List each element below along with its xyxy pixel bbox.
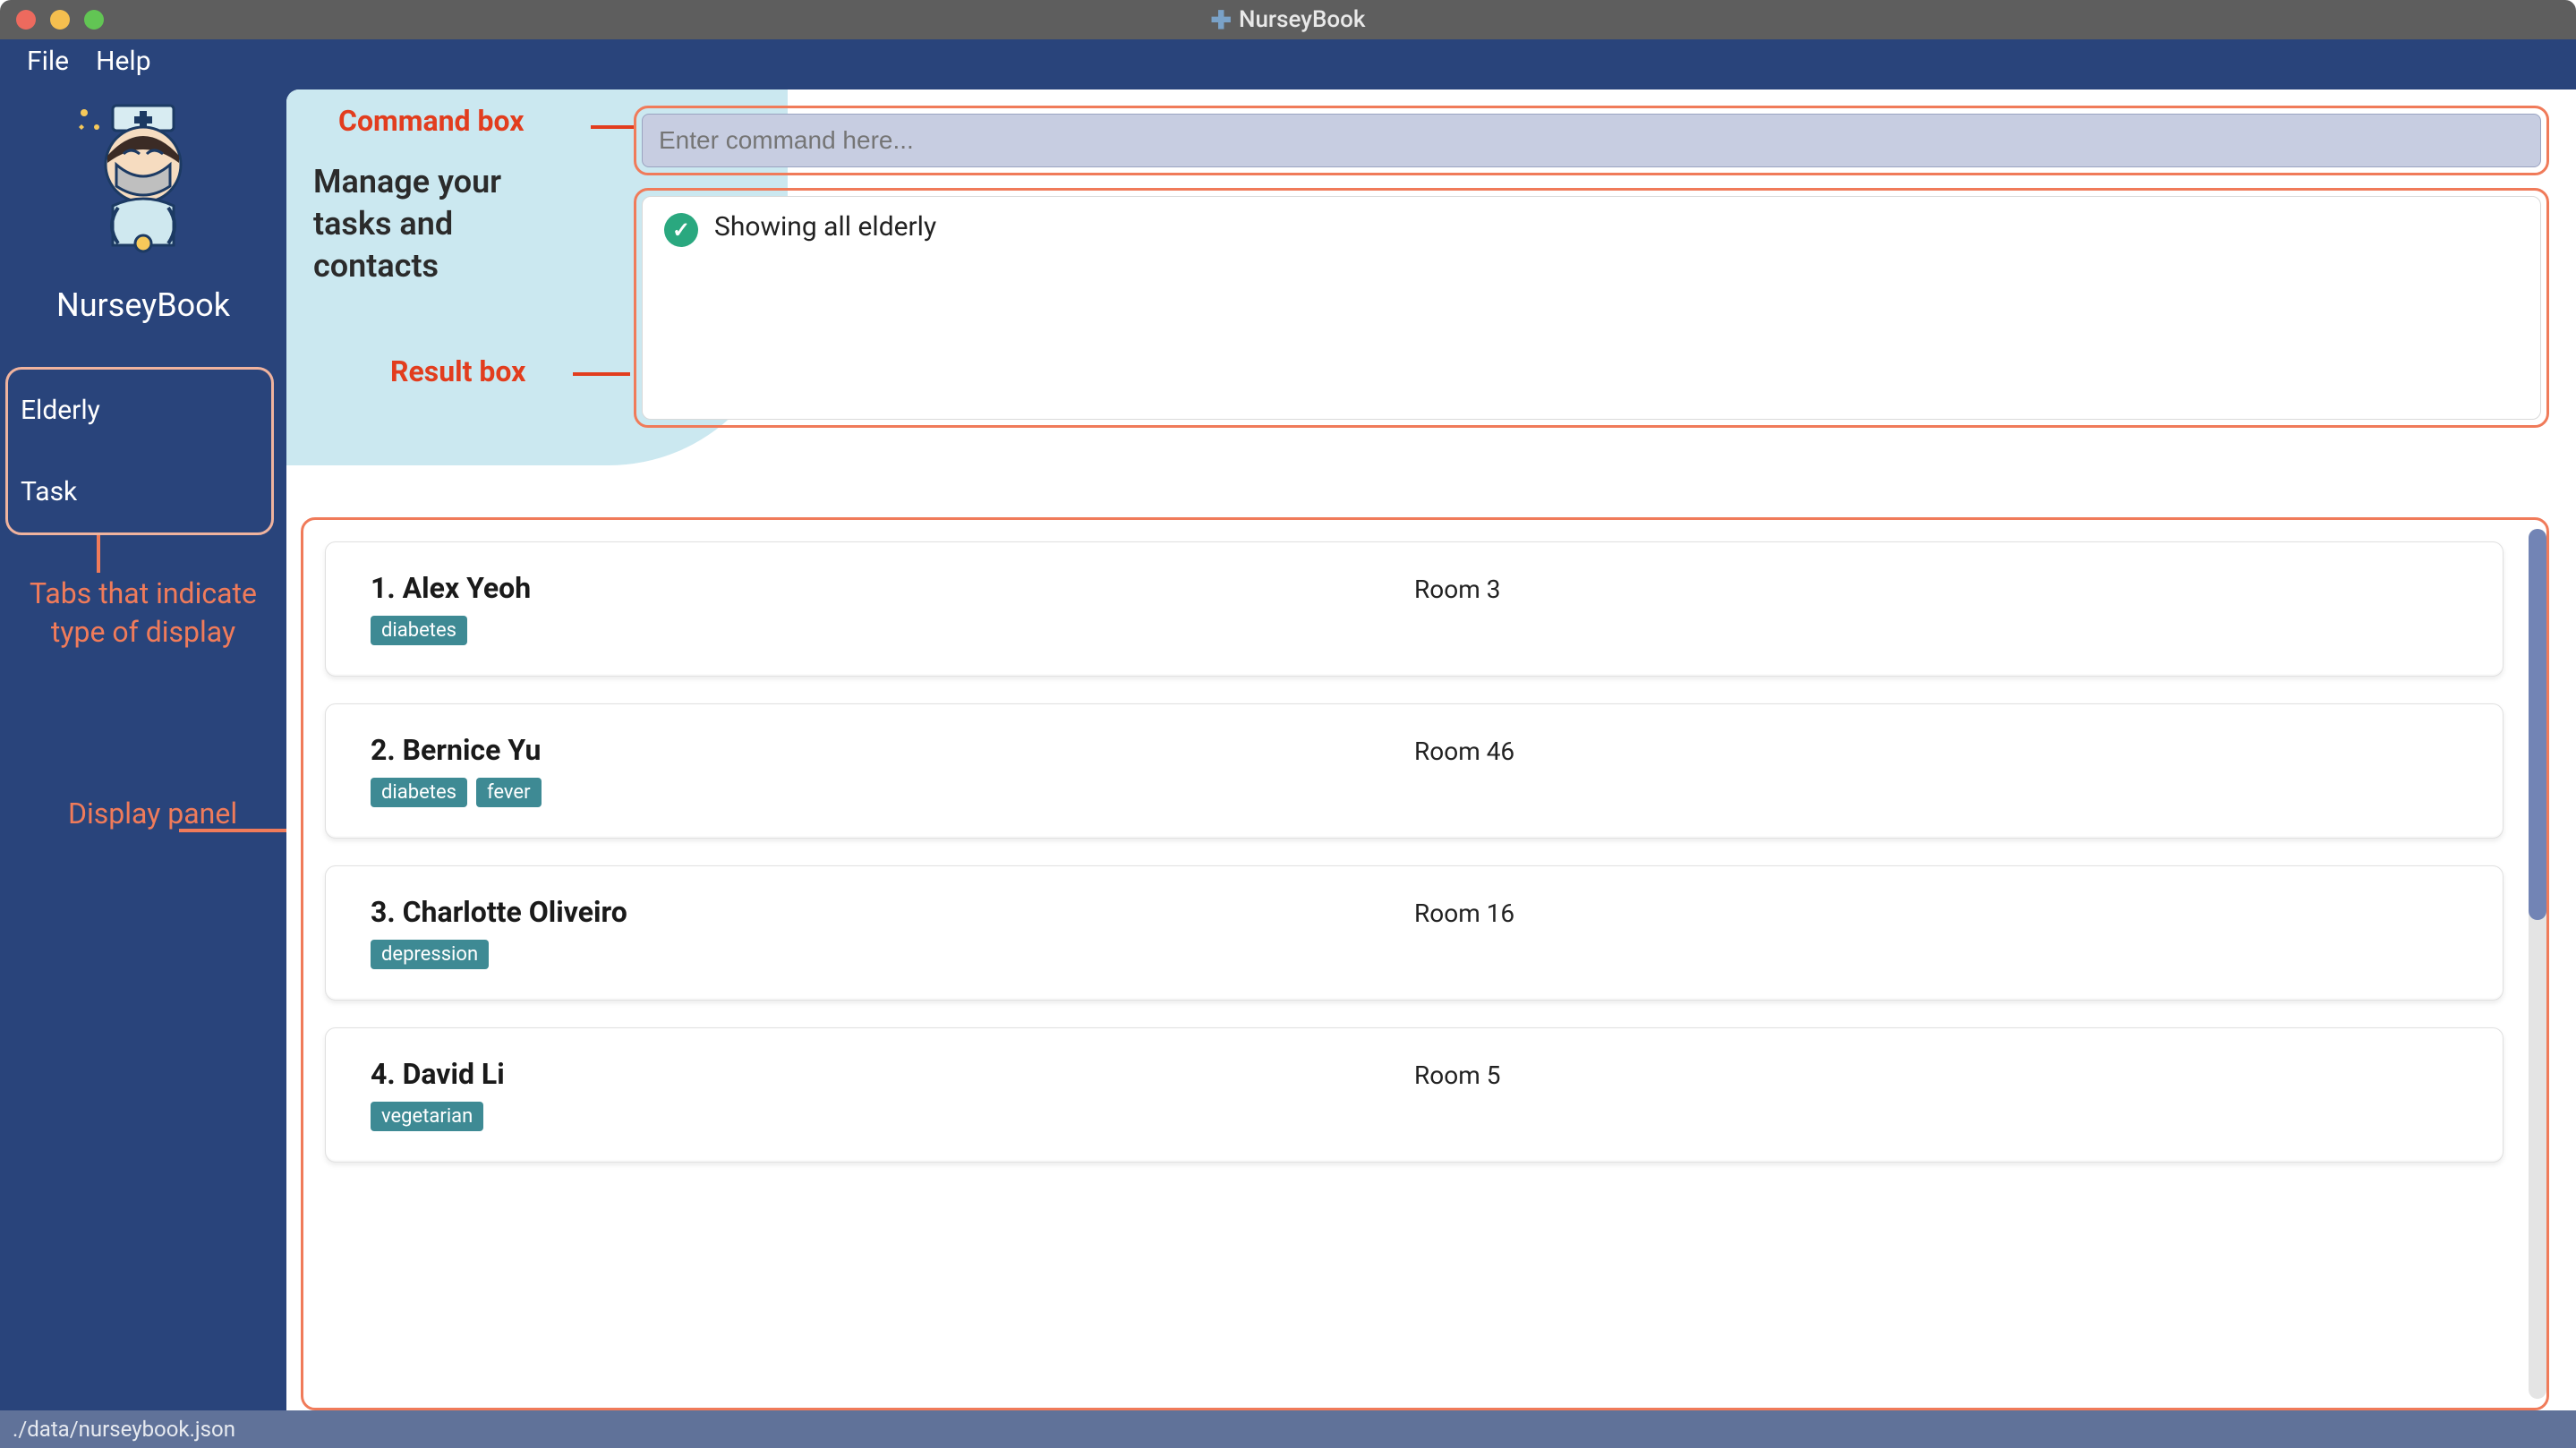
elderly-card[interactable]: 3. Charlotte Oliveiro depression Room 16 [325,865,2503,1001]
tag: diabetes [371,778,467,807]
annotation-display-panel: Display panel [0,795,286,833]
nurse-avatar-icon [72,100,215,261]
card-room: Room 46 [1414,733,2458,766]
scrollbar-thumb[interactable] [2529,529,2546,920]
card-title: 4. David Li [371,1057,1414,1091]
result-text: Showing all elderly [714,211,936,243]
elderly-card[interactable]: 2. Bernice Yu diabetes fever Room 46 [325,703,2503,839]
tag: vegetarian [371,1102,483,1131]
main-panel: Command box Manage your tasks and contac… [286,89,2576,1410]
menubar: File Help [0,39,2576,82]
status-path: ./data/nurseybook.json [13,1417,235,1442]
tag: depression [371,940,489,969]
card-title: 3. Charlotte Oliveiro [371,895,1414,929]
minimize-window-button[interactable] [50,10,70,30]
tabs-box: Elderly Task [5,367,274,535]
command-box-outline [634,106,2549,175]
card-title: 2. Bernice Yu [371,733,1414,767]
elderly-card[interactable]: 4. David Li vegetarian Room 5 [325,1027,2503,1163]
elderly-card[interactable]: 1. Alex Yeoh diabetes Room 3 [325,541,2503,677]
maximize-window-button[interactable] [84,10,104,30]
app-icon: ✚ [1211,5,1232,35]
window-title: NurseyBook [1239,6,1365,33]
menu-file[interactable]: File [27,46,69,77]
tag: fever [476,778,542,807]
tag: diabetes [371,616,467,645]
scrollbar[interactable] [2529,529,2546,1399]
command-input[interactable] [642,114,2541,167]
success-icon: ✓ [664,213,698,247]
sidebar: NurseyBook Elderly Task Tabs that indica… [0,82,286,1410]
tab-task[interactable]: Task [8,451,271,532]
menu-help[interactable]: Help [96,46,150,77]
card-title: 1. Alex Yeoh [371,571,1414,605]
display-panel-outline: 1. Alex Yeoh diabetes Room 3 2. Bernice Yu d… [301,517,2549,1410]
card-room: Room 5 [1414,1057,2458,1090]
elderly-list[interactable]: 1. Alex Yeoh diabetes Room 3 2. Bernice Yu d… [312,529,2525,1399]
annotation-result-box: Result box [390,354,525,388]
subtitle: Manage your tasks and contacts [313,161,582,286]
annotation-command-box: Command box [338,104,524,138]
result-box: ✓ Showing all elderly [642,196,2541,420]
card-room: Room 16 [1414,895,2458,928]
close-window-button[interactable] [16,10,36,30]
statusbar: ./data/nurseybook.json [0,1410,2576,1448]
titlebar: ✚ NurseyBook [0,0,2576,39]
annotation-tabs: Tabs that indicate type of display [0,575,286,652]
app-name: NurseyBook [56,286,230,324]
tab-elderly[interactable]: Elderly [8,370,271,451]
card-room: Room 3 [1414,571,2458,604]
result-box-outline: ✓ Showing all elderly [634,188,2549,428]
